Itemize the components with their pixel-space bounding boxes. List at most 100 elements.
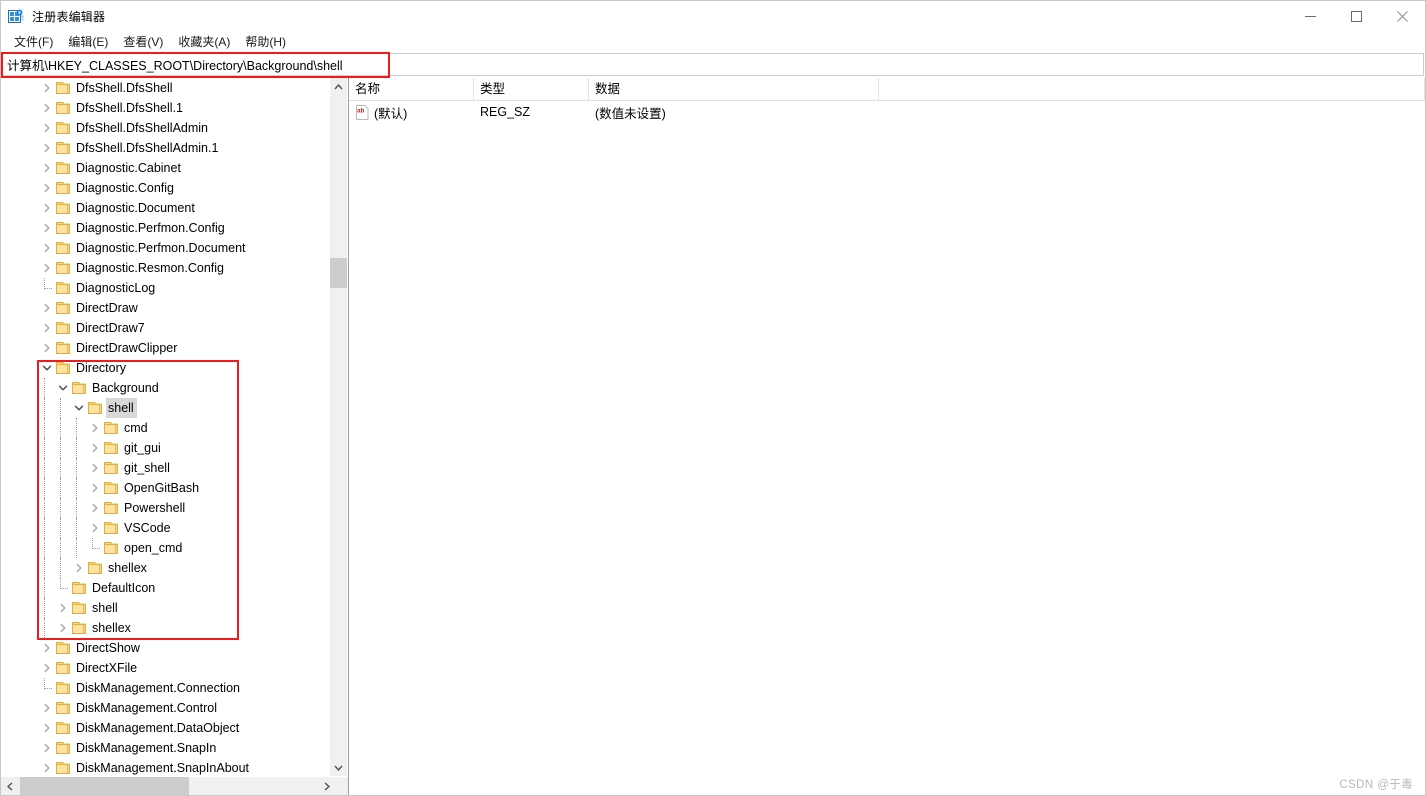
tree-item[interactable]: DirectDraw	[1, 298, 330, 318]
scroll-down-button[interactable]	[330, 759, 347, 776]
tree-item[interactable]: DiskManagement.Control	[1, 698, 330, 718]
tree-item[interactable]: open_cmd	[1, 538, 330, 558]
value-row[interactable]: ab (默认) REG_SZ (数值未设置)	[349, 101, 1425, 123]
close-button[interactable]	[1379, 1, 1425, 32]
column-header-extra[interactable]	[879, 78, 1425, 100]
tree-item[interactable]: DefaultIcon	[1, 578, 330, 598]
tree-item[interactable]: DiskManagement.SnapIn	[1, 738, 330, 758]
chevron-right-icon[interactable]	[39, 198, 55, 218]
tree-hscroll-thumb[interactable]	[20, 777, 189, 795]
address-path-input[interactable]: 计算机\HKEY_CLASSES_ROOT\Directory\Backgrou…	[2, 53, 1424, 76]
tree-item[interactable]: DiskManagement.Connection	[1, 678, 330, 698]
column-header-data[interactable]: 数据	[589, 78, 879, 100]
tree-item[interactable]: DirectXFile	[1, 658, 330, 678]
chevron-right-icon[interactable]	[39, 98, 55, 118]
chevron-right-icon[interactable]	[39, 158, 55, 178]
chevron-right-icon[interactable]	[87, 438, 103, 458]
chevron-right-icon[interactable]	[39, 138, 55, 158]
chevron-right-icon[interactable]	[39, 318, 55, 338]
chevron-right-icon[interactable]	[39, 338, 55, 358]
tree-item[interactable]: DfsShell.DfsShell	[1, 78, 330, 98]
tree-item[interactable]: DfsShell.DfsShellAdmin.1	[1, 138, 330, 158]
tree-item[interactable]: shellex	[1, 558, 330, 578]
column-header-type[interactable]: 类型	[474, 78, 589, 100]
tree-item-label: Background	[92, 381, 159, 395]
minimize-button[interactable]	[1287, 1, 1333, 32]
tree-indent-spacer	[1, 318, 39, 338]
scroll-right-button[interactable]	[318, 777, 335, 795]
column-header-name[interactable]: 名称	[349, 78, 474, 100]
chevron-right-icon[interactable]	[39, 218, 55, 238]
tree-item[interactable]: DirectShow	[1, 638, 330, 658]
tree-item[interactable]: git_shell	[1, 458, 330, 478]
tree-item[interactable]: DiskManagement.DataObject	[1, 718, 330, 738]
chevron-right-icon[interactable]	[39, 718, 55, 738]
values-column-header: 名称 类型 数据	[349, 78, 1425, 101]
tree-item[interactable]: git_gui	[1, 438, 330, 458]
tree-item[interactable]: Background	[1, 378, 330, 398]
scroll-up-button[interactable]	[330, 78, 347, 95]
tree-item-label: DfsShell.DfsShell	[76, 81, 173, 95]
tree-item[interactable]: shellex	[1, 618, 330, 638]
menu-item-file[interactable]: 文件(F)	[7, 32, 60, 52]
chevron-right-icon[interactable]	[87, 418, 103, 438]
chevron-right-icon[interactable]	[39, 758, 55, 776]
tree-item[interactable]: Directory	[1, 358, 330, 378]
menu-item-favorites[interactable]: 收藏夹(A)	[171, 32, 237, 52]
tree-item-label: DiskManagement.DataObject	[76, 721, 240, 735]
tree-item[interactable]: Diagnostic.Perfmon.Config	[1, 218, 330, 238]
chevron-right-icon[interactable]	[87, 498, 103, 518]
tree-item-label: DiskManagement.Connection	[76, 681, 240, 695]
chevron-right-icon[interactable]	[39, 238, 55, 258]
tree-item[interactable]: shell	[1, 398, 330, 418]
tree-item-label: OpenGitBash	[124, 481, 200, 495]
chevron-right-icon[interactable]	[87, 478, 103, 498]
chevron-right-icon[interactable]	[39, 178, 55, 198]
chevron-right-icon[interactable]	[55, 598, 71, 618]
tree-item[interactable]: DfsShell.DfsShellAdmin	[1, 118, 330, 138]
tree-item[interactable]: Diagnostic.Document	[1, 198, 330, 218]
menu-item-help[interactable]: 帮助(H)	[238, 32, 293, 52]
chevron-right-icon[interactable]	[55, 618, 71, 638]
menu-item-edit[interactable]: 编辑(E)	[61, 32, 115, 52]
tree-item[interactable]: DfsShell.DfsShell.1	[1, 98, 330, 118]
tree-horizontal-scrollbar[interactable]	[1, 776, 348, 795]
tree-item[interactable]: Diagnostic.Cabinet	[1, 158, 330, 178]
tree-item[interactable]: DirectDraw7	[1, 318, 330, 338]
tree-guide-line	[76, 478, 78, 498]
tree-item[interactable]: DiskManagement.SnapInAbout	[1, 758, 330, 776]
tree-item[interactable]: Diagnostic.Perfmon.Document	[1, 238, 330, 258]
folder-icon	[103, 540, 119, 556]
chevron-right-icon[interactable]	[39, 78, 55, 98]
tree-item[interactable]: Diagnostic.Resmon.Config	[1, 258, 330, 278]
tree-item-label: DirectXFile	[76, 661, 138, 675]
chevron-right-icon[interactable]	[39, 118, 55, 138]
tree-item[interactable]: DirectDrawClipper	[1, 338, 330, 358]
tree-item[interactable]: OpenGitBash	[1, 478, 330, 498]
chevron-right-icon[interactable]	[39, 738, 55, 758]
tree-item[interactable]: cmd	[1, 418, 330, 438]
tree-item[interactable]: DiagnosticLog	[1, 278, 330, 298]
chevron-right-icon[interactable]	[39, 658, 55, 678]
tree-item[interactable]: Powershell	[1, 498, 330, 518]
chevron-down-icon[interactable]	[55, 378, 71, 398]
tree-item[interactable]: Diagnostic.Config	[1, 178, 330, 198]
chevron-right-icon[interactable]	[39, 258, 55, 278]
svg-text:ab: ab	[357, 107, 365, 114]
tree-item[interactable]: VSCode	[1, 518, 330, 538]
chevron-right-icon[interactable]	[39, 698, 55, 718]
chevron-down-icon[interactable]	[39, 358, 55, 378]
chevron-right-icon[interactable]	[71, 558, 87, 578]
chevron-down-icon[interactable]	[71, 398, 87, 418]
tree-vertical-scrollbar[interactable]	[329, 78, 347, 776]
chevron-right-icon[interactable]	[39, 638, 55, 658]
chevron-right-icon[interactable]	[87, 518, 103, 538]
chevron-right-icon[interactable]	[87, 458, 103, 478]
tree-guide-elbow	[44, 678, 52, 689]
chevron-right-icon[interactable]	[39, 298, 55, 318]
scroll-left-button[interactable]	[1, 777, 18, 795]
tree-scroll-thumb[interactable]	[330, 258, 347, 288]
maximize-button[interactable]	[1333, 1, 1379, 32]
menu-item-view[interactable]: 查看(V)	[116, 32, 170, 52]
tree-item[interactable]: shell	[1, 598, 330, 618]
